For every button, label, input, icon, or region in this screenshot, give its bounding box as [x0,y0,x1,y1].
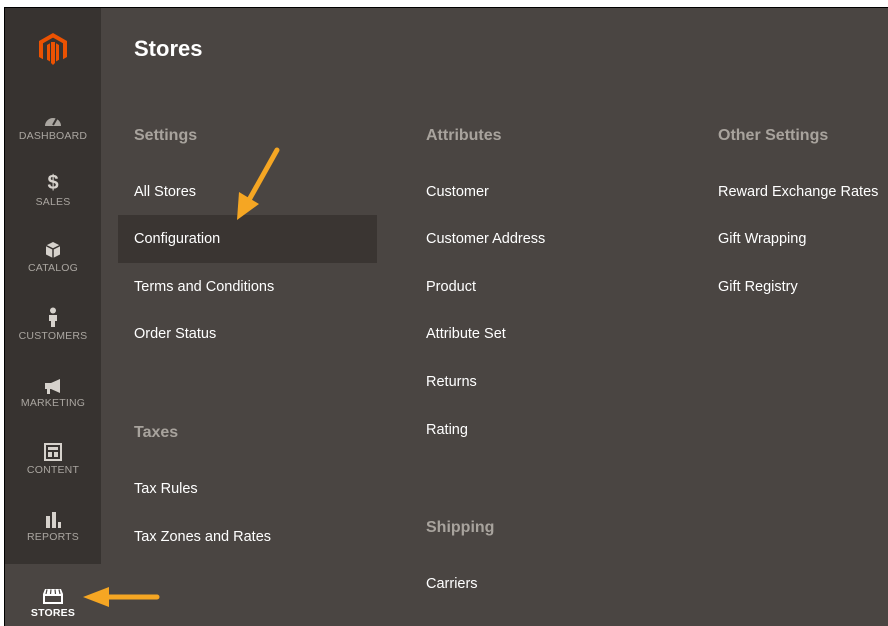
sidebar-item-marketing[interactable]: MARKETING [5,372,101,438]
sidebar-item-label: MARKETING [20,397,86,409]
annotation-arrow-configuration [237,147,280,220]
sidebar-item-label: CONTENT [26,464,80,476]
admin-frame: DASHBOARD $ SALES CATALOG CUSTOMERS MARK… [4,7,888,626]
dollar-icon: $ [47,172,59,194]
megaphone-icon [43,372,63,394]
link-tax-rules[interactable]: Tax Rules [134,481,198,497]
link-rating[interactable]: Rating [426,422,468,438]
link-configuration[interactable]: Configuration [134,231,220,247]
link-reward-exchange-rates[interactable]: Reward Exchange Rates [718,184,878,200]
sidebar-item-dashboard[interactable]: DASHBOARD [5,105,101,171]
link-attribute-set[interactable]: Attribute Set [426,326,506,342]
sidebar-item-label: DASHBOARD [18,130,88,142]
sidebar-item-label: STORES [30,607,76,619]
other-settings-heading: Other Settings [718,127,829,144]
sidebar-item-customers[interactable]: CUSTOMERS [5,305,101,371]
link-terms-and-conditions[interactable]: Terms and Conditions [134,279,274,295]
link-tax-zones-and-rates[interactable]: Tax Zones and Rates [134,529,271,545]
link-customer-address[interactable]: Customer Address [426,231,545,247]
link-returns[interactable]: Returns [426,374,477,390]
layout-icon [44,439,62,461]
link-order-status[interactable]: Order Status [134,326,216,342]
sidebar-item-label: SALES [35,196,71,208]
sidebar-item-catalog[interactable]: CATALOG [5,237,101,303]
shipping-heading: Shipping [426,519,495,536]
storefront-icon [42,582,64,604]
box-icon [45,237,61,259]
settings-heading: Settings [134,127,198,144]
person-icon [47,305,59,327]
admin-sidebar: DASHBOARD $ SALES CATALOG CUSTOMERS MARK… [5,8,101,626]
sidebar-item-reports[interactable]: REPORTS [5,506,101,572]
attributes-heading: Attributes [426,127,502,144]
page-title: Stores [134,36,203,61]
sidebar-item-label: REPORTS [27,531,79,543]
sidebar-item-label: CUSTOMERS [18,330,88,342]
dashboard-icon [44,105,62,127]
link-product[interactable]: Product [426,279,476,295]
magento-logo-icon [39,33,67,65]
sidebar-item-sales[interactable]: $ SALES [5,171,101,237]
annotation-arrow-stores [83,587,160,607]
logo[interactable] [5,8,101,90]
link-gift-wrapping[interactable]: Gift Wrapping [718,231,806,247]
taxes-heading: Taxes [134,424,179,441]
sidebar-item-content[interactable]: CONTENT [5,439,101,505]
link-customer[interactable]: Customer [426,184,489,200]
sidebar-item-label: CATALOG [27,262,79,274]
link-all-stores[interactable]: All Stores [134,184,196,200]
bar-chart-icon [44,506,62,528]
link-carriers[interactable]: Carriers [426,576,478,592]
link-gift-registry[interactable]: Gift Registry [718,279,798,295]
